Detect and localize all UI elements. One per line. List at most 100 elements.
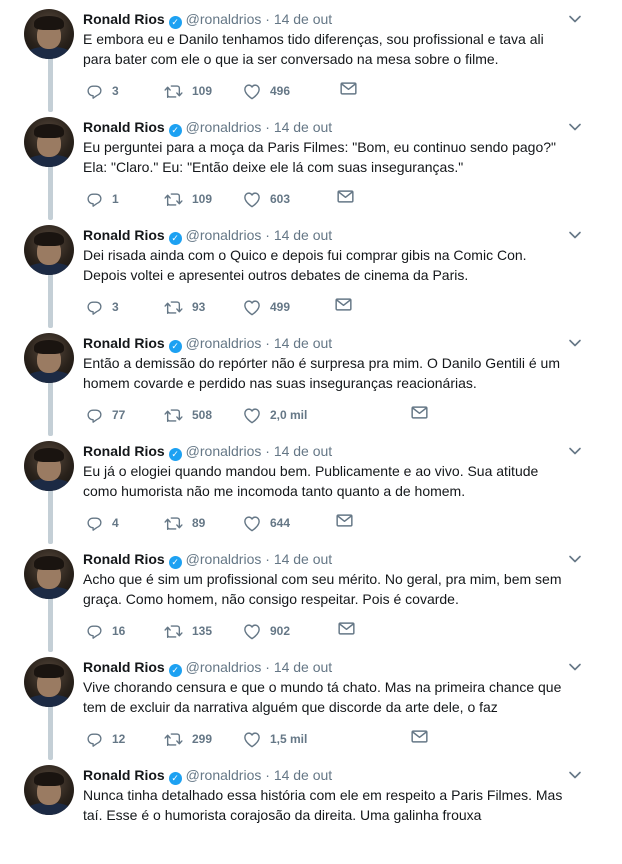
tweet-date[interactable]: 14 de out [274, 767, 332, 783]
chevron-down-icon[interactable] [568, 12, 582, 26]
tweet-date[interactable]: 14 de out [274, 443, 332, 459]
author-handle[interactable]: @ronaldrios [186, 335, 262, 351]
reply-icon [86, 515, 112, 532]
retweet-icon [164, 515, 192, 532]
retweet-count: 299 [192, 732, 213, 746]
tweet-text: Eu perguntei para a moça da Paris Filmes… [83, 139, 556, 175]
reply-button[interactable]: 12 [86, 729, 125, 749]
avatar[interactable] [24, 9, 74, 59]
thread-connector-line [48, 595, 53, 652]
author-name[interactable]: Ronald Rios [83, 443, 165, 459]
retweet-count: 508 [192, 408, 213, 422]
tweet[interactable]: Ronald Rios ✓ @ronaldrios · 14 de out Entã… [0, 324, 622, 436]
verified-badge-icon: ✓ [168, 124, 182, 137]
author-name[interactable]: Ronald Rios [83, 119, 165, 135]
tweet[interactable]: Ronald Rios ✓ @ronaldrios · 14 de out Nunc… [0, 756, 622, 864]
avatar[interactable] [24, 549, 74, 599]
author-name[interactable]: Ronald Rios [83, 659, 165, 675]
tweet[interactable]: Ronald Rios ✓ @ronaldrios · 14 de out Dei … [0, 216, 622, 328]
reply-button[interactable]: 77 [86, 405, 125, 425]
tweet-date[interactable]: 14 de out [274, 659, 332, 675]
retweet-count: 89 [192, 516, 206, 530]
tweet-text: Nunca tinha detalhado essa história com … [83, 787, 563, 823]
chevron-down-icon[interactable] [568, 120, 582, 134]
author-name[interactable]: Ronald Rios [83, 11, 165, 27]
retweet-icon [164, 407, 192, 424]
author-name[interactable]: Ronald Rios [83, 767, 165, 783]
retweet-button[interactable]: 89 [164, 513, 205, 533]
retweet-button[interactable]: 93 [164, 297, 205, 317]
author-handle[interactable]: @ronaldrios [186, 443, 262, 459]
retweet-button[interactable]: 135 [164, 621, 212, 641]
tweet-date[interactable]: 14 de out [274, 11, 332, 27]
tweet-date[interactable]: 14 de out [274, 119, 332, 135]
avatar[interactable] [24, 225, 74, 275]
tweet[interactable]: Ronald Rios ✓ @ronaldrios · 14 de out Eu p… [0, 108, 622, 220]
like-button[interactable]: 2,0 mil [243, 405, 307, 425]
verified-badge-icon: ✓ [168, 556, 182, 569]
author-handle[interactable]: @ronaldrios [186, 659, 262, 675]
reply-button[interactable]: 3 [86, 81, 119, 101]
direct-message-button[interactable] [338, 621, 355, 639]
retweet-button[interactable]: 109 [164, 81, 212, 101]
like-button[interactable]: 603 [243, 189, 290, 209]
thread-connector-line [48, 271, 53, 328]
like-count: 499 [270, 300, 291, 314]
reply-button[interactable]: 1 [86, 189, 119, 209]
chevron-down-icon[interactable] [568, 768, 582, 782]
avatar[interactable] [24, 657, 74, 707]
direct-message-button[interactable] [411, 729, 428, 747]
retweet-button[interactable]: 508 [164, 405, 212, 425]
retweet-count: 109 [192, 192, 213, 206]
tweet-header: Ronald Rios ✓ @ronaldrios · 14 de out [83, 658, 332, 677]
direct-message-button[interactable] [337, 189, 354, 207]
direct-message-button[interactable] [335, 297, 352, 315]
reply-button[interactable]: 3 [86, 297, 119, 317]
tweet-date[interactable]: 14 de out [274, 551, 332, 567]
avatar[interactable] [24, 333, 74, 383]
reply-icon [86, 731, 112, 748]
heart-icon [243, 515, 270, 532]
author-handle[interactable]: @ronaldrios [186, 767, 262, 783]
like-button[interactable]: 499 [243, 297, 290, 317]
reply-icon [86, 407, 112, 424]
author-name[interactable]: Ronald Rios [83, 227, 165, 243]
like-button[interactable]: 902 [243, 621, 290, 641]
reply-button[interactable]: 4 [86, 513, 119, 533]
envelope-icon [340, 82, 357, 99]
author-handle[interactable]: @ronaldrios [186, 227, 262, 243]
author-name[interactable]: Ronald Rios [83, 335, 165, 351]
avatar[interactable] [24, 441, 74, 491]
author-handle[interactable]: @ronaldrios [186, 551, 262, 567]
author-name[interactable]: Ronald Rios [83, 551, 165, 567]
tweet[interactable]: Ronald Rios ✓ @ronaldrios · 14 de out Acho… [0, 540, 622, 652]
avatar[interactable] [24, 117, 74, 167]
like-count: 496 [270, 84, 291, 98]
tweet-date[interactable]: 14 de out [274, 227, 332, 243]
author-handle[interactable]: @ronaldrios [186, 11, 262, 27]
chevron-down-icon[interactable] [568, 336, 582, 350]
chevron-down-icon[interactable] [568, 444, 582, 458]
retweet-button[interactable]: 109 [164, 189, 212, 209]
direct-message-button[interactable] [411, 405, 428, 423]
like-button[interactable]: 1,5 mil [243, 729, 307, 749]
author-handle[interactable]: @ronaldrios [186, 119, 262, 135]
tweet-text: Então a demissão do repórter não é surpr… [83, 355, 561, 391]
tweet[interactable]: Ronald Rios ✓ @ronaldrios · 14 de out Eu j… [0, 432, 622, 544]
avatar[interactable] [24, 765, 74, 815]
like-button[interactable]: 496 [243, 81, 290, 101]
chevron-down-icon[interactable] [568, 228, 582, 242]
reply-button[interactable]: 16 [86, 621, 125, 641]
chevron-down-icon[interactable] [568, 552, 582, 566]
tweet[interactable]: Ronald Rios ✓ @ronaldrios · 14 de out E em… [0, 0, 622, 112]
tweet-date[interactable]: 14 de out [274, 335, 332, 351]
retweet-icon [164, 191, 192, 208]
retweet-button[interactable]: 299 [164, 729, 212, 749]
like-button[interactable]: 644 [243, 513, 290, 533]
retweet-icon [164, 731, 192, 748]
retweet-icon [164, 623, 192, 640]
tweet[interactable]: Ronald Rios ✓ @ronaldrios · 14 de out Vive… [0, 648, 622, 760]
direct-message-button[interactable] [336, 513, 353, 531]
direct-message-button[interactable] [340, 81, 357, 99]
chevron-down-icon[interactable] [568, 660, 582, 674]
